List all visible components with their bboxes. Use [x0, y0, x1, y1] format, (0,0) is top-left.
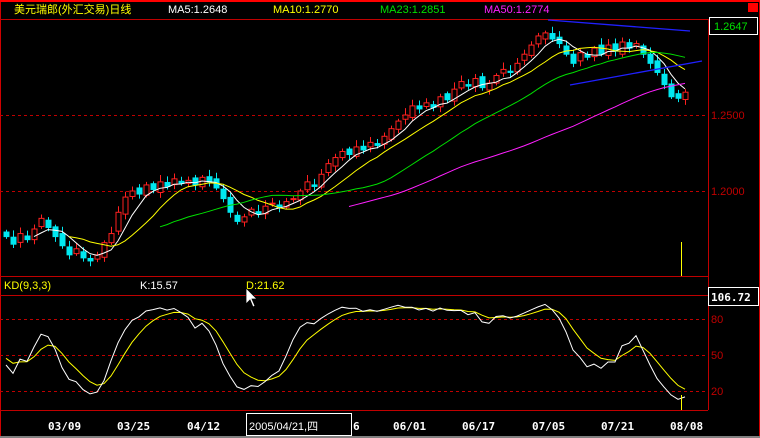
- candle-down: [465, 84, 472, 87]
- candle-up: [542, 32, 549, 40]
- candle-down: [311, 184, 318, 187]
- ma10-legend: MA10:1.2770: [273, 4, 338, 16]
- candle-up: [73, 248, 80, 255]
- candle-up: [528, 44, 535, 56]
- candle-down: [136, 187, 143, 195]
- candle-up: [339, 150, 346, 159]
- candle-up: [269, 202, 276, 205]
- candle-down: [164, 181, 171, 187]
- candle-up: [332, 157, 339, 167]
- candle-down: [10, 236, 17, 245]
- candle-down: [52, 226, 59, 238]
- date-label: 08/08: [670, 420, 703, 433]
- candle-down: [220, 188, 227, 200]
- candle-down: [150, 183, 157, 190]
- candle-up: [458, 81, 465, 89]
- candle-down: [675, 93, 682, 99]
- candle-up: [325, 163, 332, 173]
- candle-down: [59, 233, 66, 247]
- window-border: [0, 0, 760, 438]
- candle-up: [157, 181, 164, 194]
- candle-up: [38, 217, 45, 228]
- candle-down: [661, 73, 668, 86]
- candle-up: [402, 114, 409, 120]
- candle-up: [108, 233, 115, 244]
- candle-down: [87, 257, 94, 262]
- candle-up: [577, 52, 584, 62]
- candle-down: [80, 251, 87, 259]
- candle-up: [318, 173, 325, 188]
- price-tick: 1.2000: [711, 186, 745, 198]
- candle-up: [605, 44, 612, 56]
- candle-down: [360, 145, 367, 151]
- candle-down: [24, 235, 31, 241]
- candle-up: [500, 68, 507, 74]
- ma50-legend: MA50:1.2774: [484, 4, 549, 16]
- date-label: 04/12: [187, 420, 220, 433]
- candle-up: [423, 102, 430, 107]
- candle-down: [416, 105, 423, 110]
- candle-up: [17, 233, 24, 243]
- candle-up: [535, 35, 542, 45]
- candle-up: [143, 184, 150, 196]
- kd-d-value: D:21.62: [246, 280, 285, 292]
- date-label: 03/25: [117, 420, 150, 433]
- kd-tick: 50: [711, 350, 723, 362]
- candle-down: [3, 231, 10, 238]
- cursor-date: 2005/04/21,四: [249, 421, 318, 433]
- candle-down: [192, 177, 199, 186]
- date-label: 6: [353, 420, 360, 433]
- candle-up: [682, 91, 689, 100]
- price-tick: 1.2500: [711, 110, 745, 122]
- header-top-bar: [0, 0, 760, 2]
- candle-up: [409, 105, 416, 118]
- window-corner-button[interactable]: [748, 3, 758, 12]
- candle-down: [654, 60, 661, 73]
- candle-up: [395, 120, 402, 130]
- date-label: 06/01: [393, 420, 426, 433]
- kd-k-value: K:15.57: [140, 280, 178, 292]
- candle-up: [388, 128, 395, 140]
- kd-tick: 20: [711, 386, 723, 398]
- candle-down: [647, 53, 654, 64]
- candle-down: [570, 53, 577, 64]
- candle-down: [479, 76, 486, 89]
- candle-down: [563, 45, 570, 55]
- candle-up: [129, 190, 136, 197]
- date-label: 07/05: [532, 420, 565, 433]
- date-label: 07/21: [601, 420, 634, 433]
- candle-up: [521, 53, 528, 61]
- ma23-legend: MA23:1.2851: [380, 4, 445, 16]
- candle-up: [472, 78, 479, 88]
- candle-down: [598, 44, 605, 55]
- candle-up: [304, 181, 311, 191]
- candle-up: [367, 141, 374, 148]
- candle-up: [31, 228, 38, 241]
- ma5-legend: MA5:1.2648: [168, 4, 227, 16]
- candle-up: [290, 198, 297, 201]
- kd-tick: 80: [711, 314, 723, 326]
- candle-down: [549, 33, 556, 40]
- candle-up: [241, 216, 248, 223]
- kd-title: KD(9,3,3): [4, 280, 51, 292]
- candle-down: [444, 93, 451, 101]
- date-label: 03/09: [48, 420, 81, 433]
- candle-down: [374, 143, 381, 146]
- candle-down: [45, 219, 52, 228]
- candle-up: [115, 211, 122, 232]
- candle-down: [507, 70, 514, 73]
- candle-up: [199, 176, 206, 188]
- candle-up: [122, 196, 129, 215]
- candle-down: [234, 214, 241, 222]
- kd-cursor-value: 106.72: [711, 291, 751, 304]
- chart-title: 美元瑞郎(外汇交易)日线: [14, 2, 131, 16]
- candle-down: [255, 211, 262, 215]
- candle-down: [346, 148, 353, 156]
- date-label: 06/17: [462, 420, 495, 433]
- candle-up: [486, 82, 493, 91]
- chart-window: 美元瑞郎(外汇交易)日线 MA5:1.2648 MA10:1.2770 MA23…: [0, 0, 760, 438]
- candle-down: [66, 246, 73, 256]
- last-price: 1.2647: [714, 21, 748, 33]
